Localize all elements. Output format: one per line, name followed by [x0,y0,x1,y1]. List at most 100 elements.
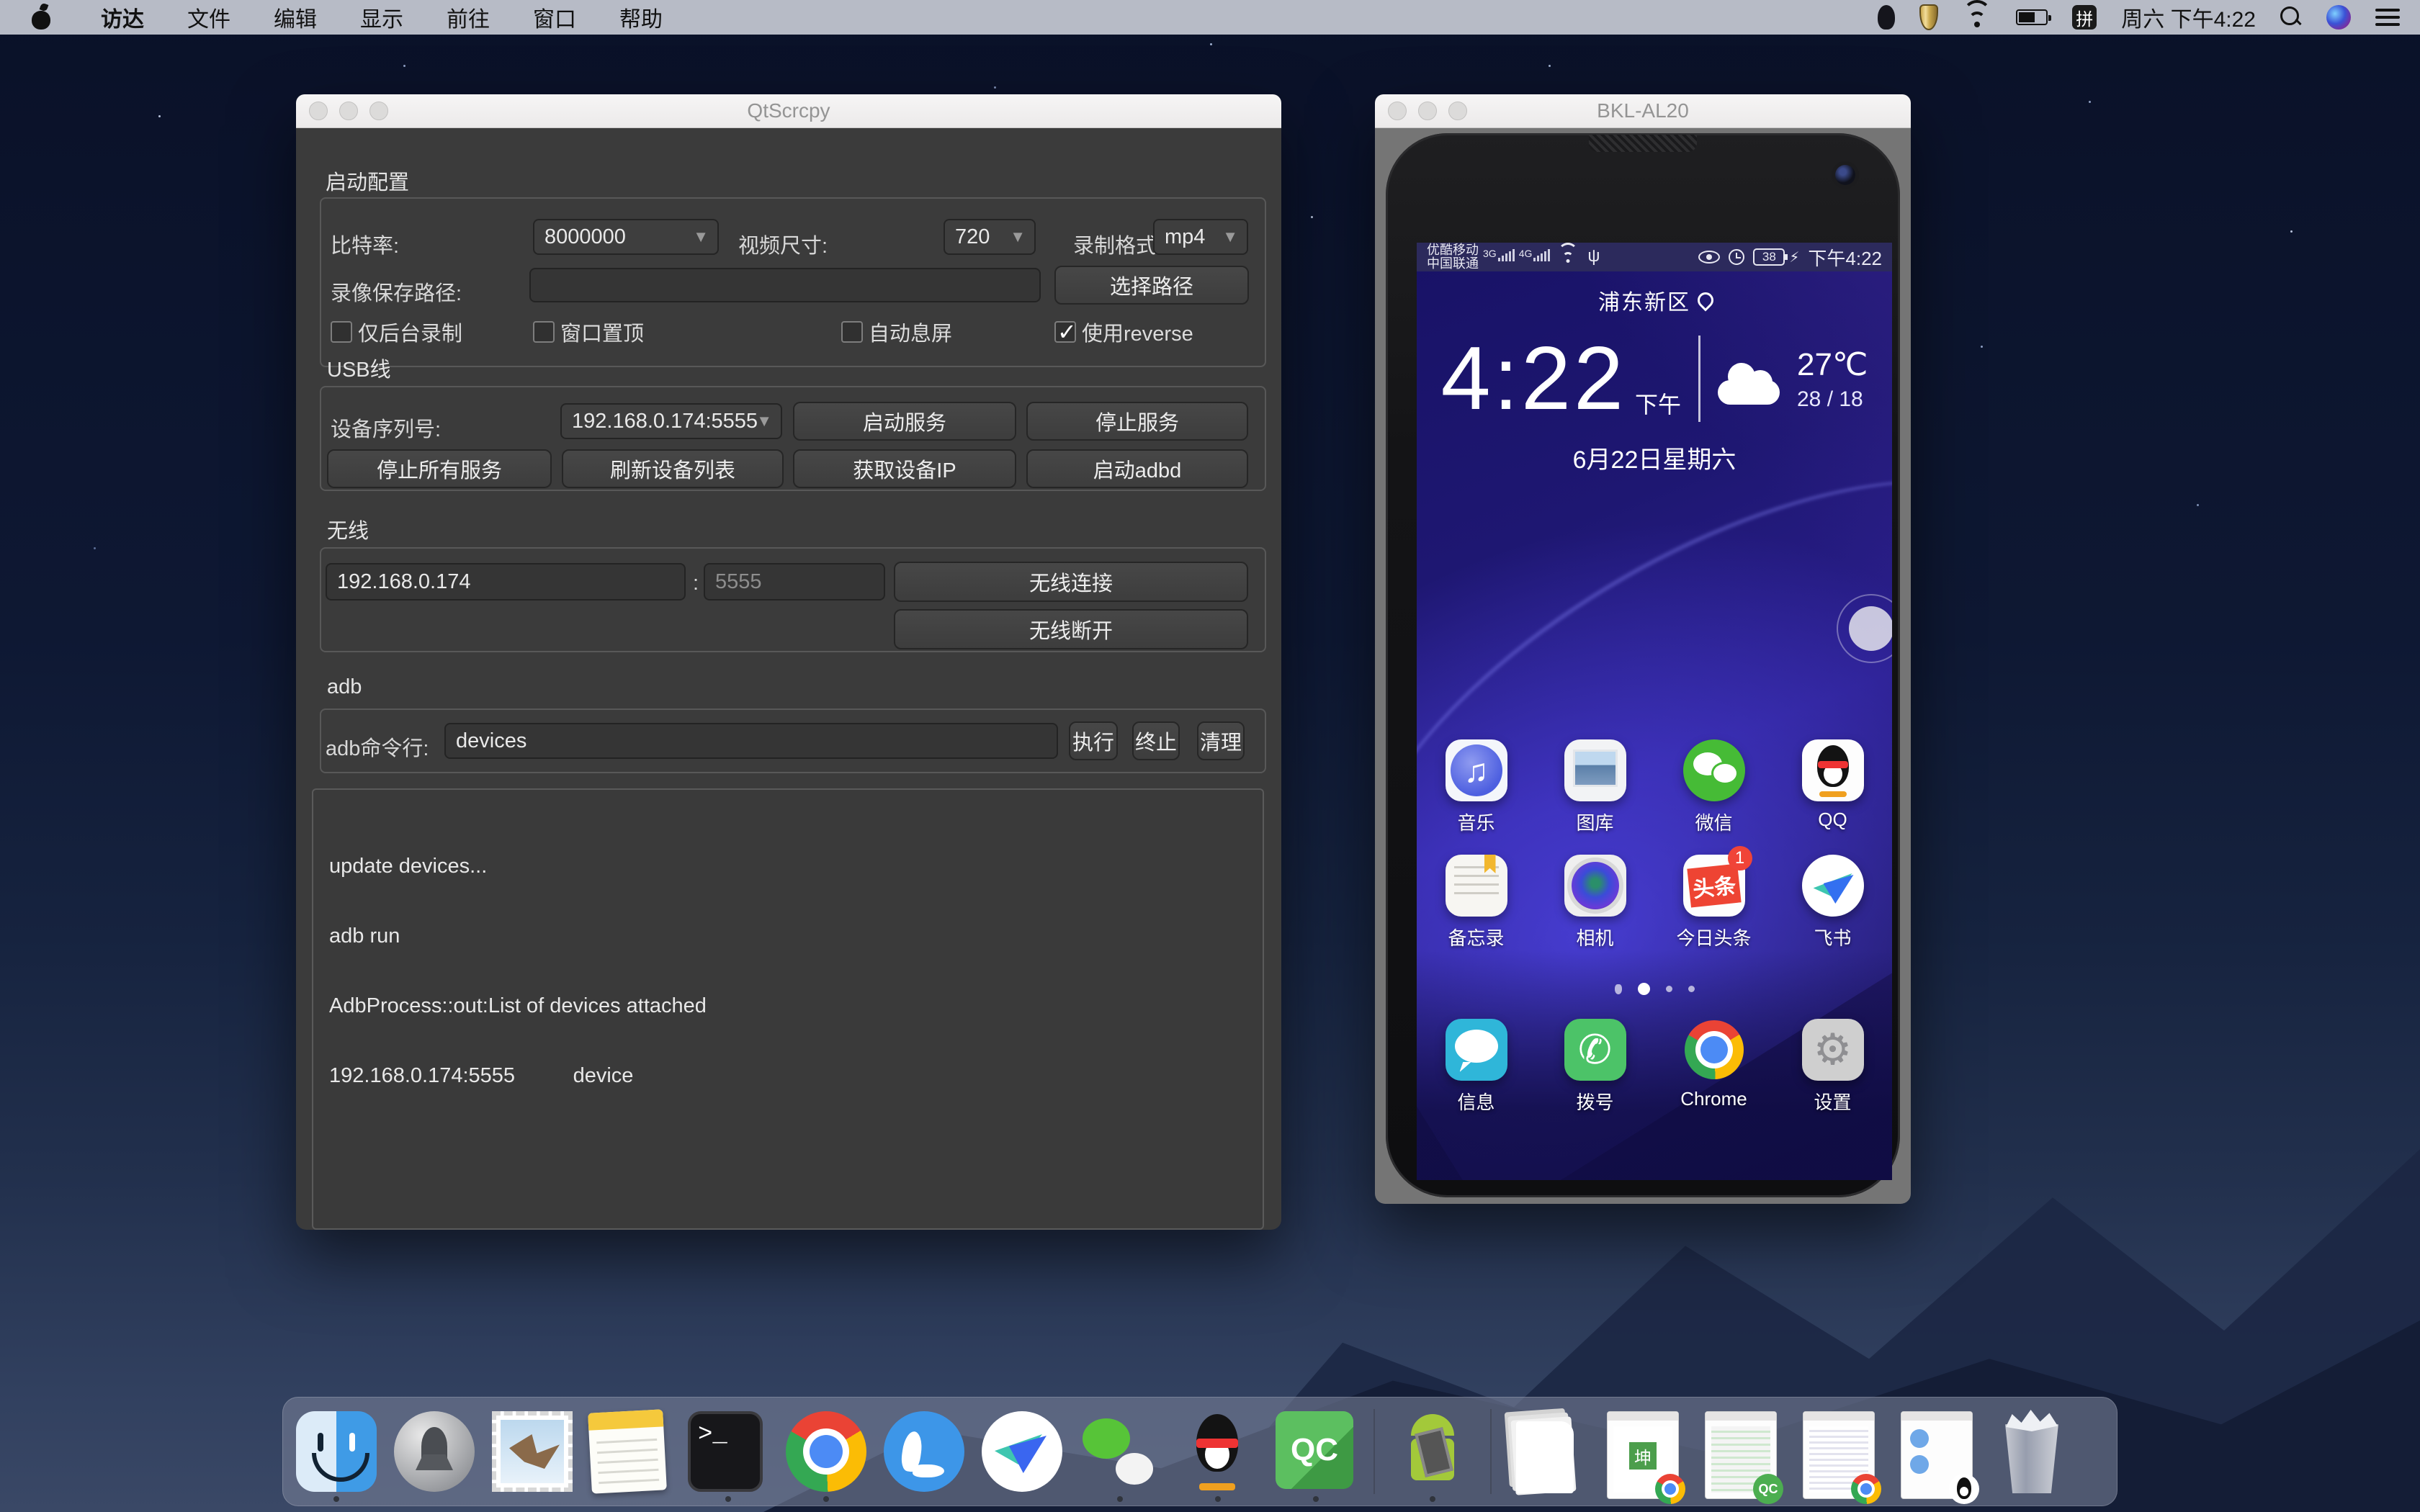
dock-finder[interactable] [296,1411,377,1492]
phone-screen[interactable]: 优酷移动 中国联通 3G 4G ψ 38 ⚡ 下午4:22 [1417,243,1892,1180]
app-feishu[interactable]: 飞书 [1779,855,1887,950]
dock-scrcpy-android[interactable] [1392,1411,1473,1492]
notification-center-icon[interactable] [2375,9,2400,26]
dock-notes[interactable] [590,1411,671,1492]
dock-qtcreator[interactable]: QC [1276,1411,1356,1492]
checkbox-window-on-top[interactable]: 窗口置顶 [533,317,644,347]
choose-path-button[interactable]: 选择路径 [1054,266,1249,305]
checkbox-box-checked[interactable] [1054,321,1076,343]
app-notes[interactable]: 备忘录 [1422,855,1531,950]
phone-titlebar[interactable]: BKL-AL20 [1375,94,1911,128]
input-method-icon[interactable]: 拼 [2072,5,2097,30]
bitrate-combobox[interactable]: 8000000▼ [533,219,719,255]
android-dock-row: 信息 拨号 Chrome 设置 [1417,1019,1892,1115]
location-pin-icon [1698,292,1711,310]
wireless-port-input[interactable]: 5555 [704,563,885,600]
qq-icon [1802,739,1864,801]
app-wechat[interactable]: 微信 [1660,739,1768,835]
refresh-devices-button[interactable]: 刷新设备列表 [562,449,784,488]
wireless-disconnect-button[interactable]: 无线断开 [894,609,1248,649]
adb-terminate-button[interactable]: 终止 [1132,721,1180,760]
adb-execute-button[interactable]: 执行 [1069,721,1118,760]
qtscrcpy-titlebar[interactable]: QtScrcpy [296,94,1281,128]
checkbox-box[interactable] [533,321,555,343]
dock-documents-stack[interactable] [1509,1411,1590,1492]
app-music[interactable]: 音乐 [1422,739,1531,835]
app-messages[interactable]: 信息 [1422,1019,1531,1115]
android-robot-icon [1392,1411,1473,1492]
menu-bar: 访达 文件 编辑 显示 前往 窗口 帮助 拼 周六 下午4:22 [0,0,2420,35]
menu-file[interactable]: 文件 [166,0,252,35]
app-qq[interactable]: QQ [1779,739,1887,835]
menu-help[interactable]: 帮助 [598,0,684,35]
dock-minimized-window-2[interactable]: QC [1705,1411,1785,1492]
app-label: QQ [1818,809,1847,831]
start-adbd-button[interactable]: 启动adbd [1026,449,1248,488]
dock-minimized-window-3[interactable] [1803,1411,1883,1492]
record-path-input[interactable] [529,268,1041,302]
signal-bars-icon [1498,249,1515,261]
spotlight-search-icon[interactable] [2280,6,2302,28]
shield-status-icon[interactable] [1919,4,1938,30]
clock-ampm: 下午 [1635,387,1681,420]
stop-all-services-button[interactable]: 停止所有服务 [327,449,552,488]
serial-value: 192.168.0.174:5555 [572,410,758,433]
dock-chrome[interactable] [786,1411,866,1492]
checkbox-auto-screen-off[interactable]: 自动息屏 [841,317,952,347]
chevron-down-icon: ▼ [1010,228,1026,246]
checkbox-box[interactable] [841,321,863,343]
dock-launchpad[interactable] [394,1411,475,1492]
menu-view[interactable]: 显示 [339,0,425,35]
app-camera[interactable]: 相机 [1541,855,1649,950]
dock-mail[interactable] [492,1411,573,1492]
checkbox-box[interactable] [331,321,352,343]
menu-go[interactable]: 前往 [425,0,511,35]
menu-app-name[interactable]: 访达 [79,0,166,35]
adb-clear-button[interactable]: 清理 [1197,721,1245,760]
app-label: 今日头条 [1676,924,1751,950]
qq-status-icon[interactable] [1878,5,1895,30]
wireless-connect-button[interactable]: 无线连接 [894,562,1248,602]
start-service-button[interactable]: 启动服务 [793,402,1016,441]
dock-terminal[interactable]: >_ [688,1411,768,1492]
get-device-ip-button[interactable]: 获取设备IP [793,449,1016,488]
section-usb-label: USB线 [327,353,391,383]
apple-menu-icon[interactable] [30,5,52,30]
dock-paper-plane-app[interactable] [982,1411,1062,1492]
stop-service-button[interactable]: 停止服务 [1026,402,1248,441]
serial-combobox[interactable]: 192.168.0.174:5555▼ [560,403,782,439]
battery-icon[interactable] [2016,9,2048,25]
wifi-icon[interactable] [1963,6,1991,29]
dock-trash[interactable] [1999,1411,2079,1492]
app-toutiao[interactable]: 1 今日头条 [1660,855,1768,950]
siri-icon[interactable] [2326,5,2351,30]
menu-status-area: 拼 周六 下午4:22 [1878,1,2420,33]
dock-qq[interactable] [1178,1411,1258,1492]
running-indicator [1215,1496,1221,1502]
app-dialer[interactable]: 拨号 [1541,1019,1649,1115]
chrome-badge-icon [1851,1474,1881,1504]
checkbox-background-record[interactable]: 仅后台录制 [331,317,462,347]
checkbox-use-reverse[interactable]: 使用reverse [1054,317,1193,347]
adb-log-output[interactable]: update devices... adb run AdbProcess::ou… [312,788,1264,1230]
dock-blue-seal-app[interactable] [884,1411,964,1492]
app-chrome[interactable]: Chrome [1660,1019,1768,1115]
trash-full-icon [1999,1411,2065,1495]
dock-wechat[interactable] [1080,1411,1160,1492]
record-format-combobox[interactable]: mp4▼ [1153,219,1248,255]
app-gallery[interactable]: 图库 [1541,739,1649,835]
dock-minimized-window-4[interactable] [1901,1411,1981,1492]
record-path-label: 录像保存路径: [331,276,462,307]
clock-widget[interactable]: 浦东新区 4:22 下午 27℃ 28 / 18 6月22日星期六 [1417,284,1892,475]
menu-edit[interactable]: 编辑 [252,0,339,35]
adb-cmd-input[interactable]: devices [444,723,1058,759]
video-size-combobox[interactable]: 720▼ [944,219,1036,255]
menubar-clock[interactable]: 周六 下午4:22 [2121,1,2256,33]
qq-penguin-icon [1178,1411,1258,1492]
alarm-icon [1729,249,1744,265]
app-settings[interactable]: 设置 [1779,1019,1887,1115]
wireless-ip-input[interactable]: 192.168.0.174 [326,563,686,600]
menu-window[interactable]: 窗口 [511,0,598,35]
dock-minimized-window-1[interactable] [1607,1411,1688,1492]
page-dot [1615,984,1622,994]
